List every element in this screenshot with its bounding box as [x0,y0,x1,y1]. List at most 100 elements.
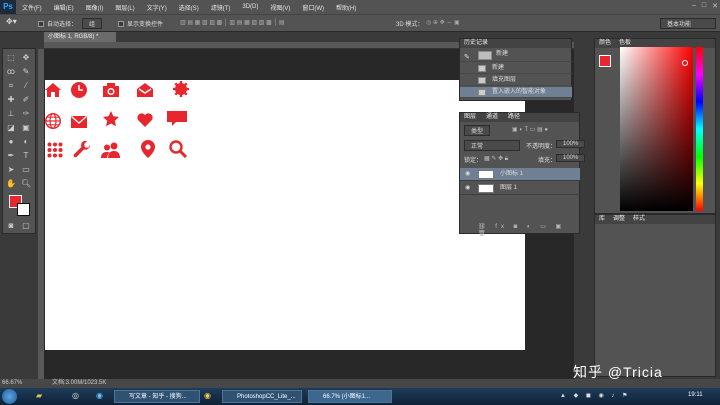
tray-icons[interactable]: ▲ ◆ ◼ ◉ ♪ ⚑ [560,392,630,399]
tab-adjustments[interactable]: 调整 [613,215,625,224]
move-tool-icon[interactable]: ✥▾ [6,17,17,26]
align-buttons[interactable]: ▥ ▤ ▦ ▧ ▨ ▩ │ ▥ ▤ ▦ ▧ ▨ ▩ │ ▤ [180,19,285,26]
tab-styles[interactable]: 样式 [633,215,645,224]
history-item[interactable]: 新建 [460,63,572,74]
quick-mask-icon[interactable]: ◙ [6,221,16,231]
app-icon[interactable]: ◉ [204,391,211,400]
tab-layers[interactable]: 图层 [464,113,476,122]
healing-brush-icon[interactable]: ✚ [6,95,16,105]
lasso-tool-icon[interactable]: ꝏ [6,67,16,77]
layer-row[interactable]: ◉ 图层 1 [460,182,580,195]
maximize-icon[interactable]: □ [702,2,706,10]
layer-thumbnail [478,184,494,193]
crop-tool-icon[interactable]: ⌗ [6,81,16,91]
start-button-icon[interactable] [2,389,17,404]
visibility-eye-icon[interactable]: ◉ [465,171,472,177]
eyedropper-icon[interactable]: ⁄ [21,81,31,91]
menu-3d[interactable]: 3D(D) [242,4,258,10]
path-select-icon[interactable]: ➤ [6,165,16,175]
menu-edit[interactable]: 编辑(E) [54,3,74,12]
auto-select-checkbox[interactable]: 自动选择： [38,19,77,28]
layer-filter[interactable]: 类型 [464,125,491,136]
fill-input[interactable]: 100% [556,154,586,162]
zoom-level[interactable]: 66.67% [2,379,22,388]
hand-tool-icon[interactable]: ✋ [6,179,16,189]
taskbar-browser-window[interactable]: 写文章 - 知乎 - 搜狗... [114,390,200,403]
explorer-icon[interactable]: ▰ [36,391,42,400]
blend-mode-dropdown[interactable]: 正常 [464,140,520,151]
layer-footer-buttons[interactable]: ⛓ fx ◙ ◐ ▭ ▣ 🗑︎ [478,223,579,237]
blur-tool-icon[interactable]: ● [6,137,16,147]
opacity-input[interactable]: 100% [556,140,586,148]
menu-file[interactable]: 文件(F) [22,3,42,12]
app-icon[interactable]: ◎ [72,391,79,400]
tools-panel: ⬚ ✥ ꝏ ✎ ⌗ ⁄ ✚ ✐ ⊥ ✑ ◪ ▣ ● ◐ ✒ T ➤ ▭ ✋ 🔍︎… [2,48,36,234]
history-item-active[interactable]: 置入嵌入的智能对象 [460,87,572,98]
open-mail-icon [137,83,153,97]
minimize-icon[interactable]: – [692,2,696,10]
tab-channels[interactable]: 通道 [486,113,498,122]
lock-icons[interactable]: ▦ ✎ ✥ 🔒︎ [484,155,508,163]
quick-select-icon[interactable]: ✎ [21,67,31,77]
3d-tool-icons[interactable]: ◎ ⊕ ✥ ⇔ ▣ [426,19,460,26]
history-snapshot[interactable]: ✎ 新建 [460,49,572,62]
move-tool-icon[interactable]: ✥ [21,53,31,63]
clone-stamp-icon[interactable]: ⊥ [6,109,16,119]
history-panel: 历史记录 ✎ 新建 新建 填充图层 置入嵌入的智能对象 [459,38,572,101]
history-tab[interactable]: 历史记录 [460,39,571,48]
show-transform-checkbox[interactable]: 显示变换控件 [118,19,163,28]
menu-help[interactable]: 帮助(H) [336,3,356,12]
menu-filter[interactable]: 滤镜(T) [211,3,231,12]
zoom-tool-icon[interactable]: 🔍︎ [21,179,31,189]
layers-tabs: 图层 通道 路径 [460,113,579,122]
brush-tool-icon[interactable]: ✐ [21,95,31,105]
users-icon [101,142,120,158]
shape-tool-icon[interactable]: ▭ [21,165,31,175]
smart-object-thumbnail [478,170,494,179]
menu-view[interactable]: 视图(V) [270,3,290,12]
history-brush-icon[interactable]: ✑ [21,109,31,119]
menu-type[interactable]: 文字(Y) [147,3,167,12]
auto-select-label: 自动选择： [47,22,78,28]
mode-3d-label: 3D 模式： [396,22,424,28]
menu-bar: Ps 文件(F) 编辑(E) 图像(I) 图层(L) 文字(Y) 选择(S) 滤… [0,0,720,14]
eraser-tool-icon[interactable]: ◪ [6,123,16,133]
auto-select-dropdown[interactable]: 组 [82,18,103,29]
hue-slider[interactable] [696,47,703,211]
opacity-label: 不透明度： [526,144,557,150]
tab-libraries[interactable]: 库 [599,215,605,224]
color-foreground-swatch[interactable] [599,55,611,67]
workspace-dropdown[interactable]: 基本功能 [660,18,716,29]
background-color-swatch[interactable] [17,203,30,216]
dodge-tool-icon[interactable]: ◐ [21,137,31,147]
tab-paths[interactable]: 路径 [508,113,520,122]
history-item[interactable]: 填充图层 [460,75,572,86]
heart-icon [137,113,153,127]
layers-panel: 图层 通道 路径 类型 ▣ ◐ T ▭ ▤ ● 正常 不透明度： 100% 锁定… [459,112,586,237]
visibility-eye-icon[interactable]: ◉ [465,185,472,191]
gradient-tool-icon[interactable]: ▣ [21,123,31,133]
close-icon[interactable]: ✕ [712,2,718,10]
options-bar: ✥▾ 自动选择： 组 显示变换控件 ▥ ▤ ▦ ▧ ▨ ▩ │ ▥ ▤ ▦ ▧ … [0,14,720,32]
layer-row-selected[interactable]: ◉ 小图标 1 [460,168,580,181]
screen-mode-icon[interactable]: ▢ [21,221,31,231]
pen-tool-icon[interactable]: ✒ [6,151,16,161]
taskbar-clock: 19:11 [688,392,703,398]
document-canvas[interactable] [45,80,525,350]
taskbar-photoshop-installer[interactable]: PhotoshopCC_Lite_... [222,390,302,403]
menu-window[interactable]: 窗口(W) [302,3,324,12]
filter-icons[interactable]: ▣ ◐ T ▭ ▤ ● [512,126,548,133]
type-tool-icon[interactable]: T [21,151,31,161]
tab-color[interactable]: 颜色 [599,39,611,48]
menu-layer[interactable]: 图层(L) [115,3,134,12]
lock-label: 锁定： [464,158,483,164]
color-picker-handle[interactable] [682,60,688,66]
menu-image[interactable]: 图像(I) [86,3,104,12]
color-spectrum-picker[interactable] [620,47,693,211]
star-icon [103,111,119,127]
taskbar-photoshop-document[interactable]: 66.7% (小图标1... [308,390,392,403]
document-tab[interactable]: 小图标 1, RGB/8) * [44,32,116,42]
app-icon[interactable]: ◉ [96,391,103,400]
menu-select[interactable]: 选择(S) [179,3,199,12]
marquee-tool-icon[interactable]: ⬚ [6,53,16,63]
